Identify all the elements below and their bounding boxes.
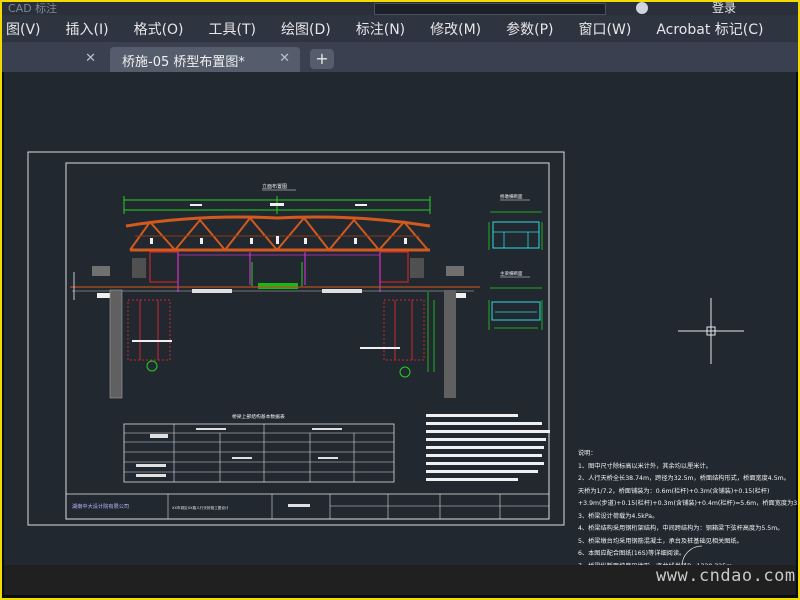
note-line: +3.9m(步道)+0.15(栏杆)+0.3m(含铺装)+0.4m(栏杆)=5.… — [578, 500, 800, 507]
section2-title: 主梁横断面 — [500, 270, 523, 277]
note-line: 天桥为1/7.2，桥面铺装为：0.6m(栏杆)+0.3m(含铺装)+0.15(栏… — [578, 487, 770, 495]
notes-heading: 说明： — [578, 450, 597, 457]
note-line: 6、本图应配合图纸(16S)等详细阅读。 — [578, 550, 686, 557]
elevation-title: 立面布置图 — [262, 183, 287, 190]
project-name: XX市城区XX路人行天桥施工图设计 — [172, 505, 229, 510]
note-line: 5、桥梁墩台均采用钢筋混凝土，承台及桩基础见相关图纸。 — [578, 537, 743, 545]
watermark: www.cndao.com — [656, 566, 796, 586]
table-title: 桥梁上部结构基本数据表 — [232, 413, 285, 420]
company-name: 湖南中大设计院有限公司 — [72, 502, 129, 510]
note-line: 3、桥梁设计荷载为4.5kPa。 — [578, 512, 659, 520]
note-line: 1、图中尺寸除标高以米计外，其余均以厘米计。 — [578, 462, 712, 470]
note-line: 2、人行天桥全长38.74m，跨径为32.5m，桥面结构形式，桥面宽度4.5m。 — [578, 475, 790, 482]
note-line: 4、桥梁结构采用钢桁架结构，中间跨结构为：钢箱梁下弦杆高度为5.5m。 — [578, 525, 784, 532]
drawing-notes: 说明： 1、图中尺寸除标高以米计外，其余均以厘米计。 2、人行天桥全长38.74… — [578, 448, 800, 573]
section1-title: 桥墩横断面 — [500, 193, 523, 200]
